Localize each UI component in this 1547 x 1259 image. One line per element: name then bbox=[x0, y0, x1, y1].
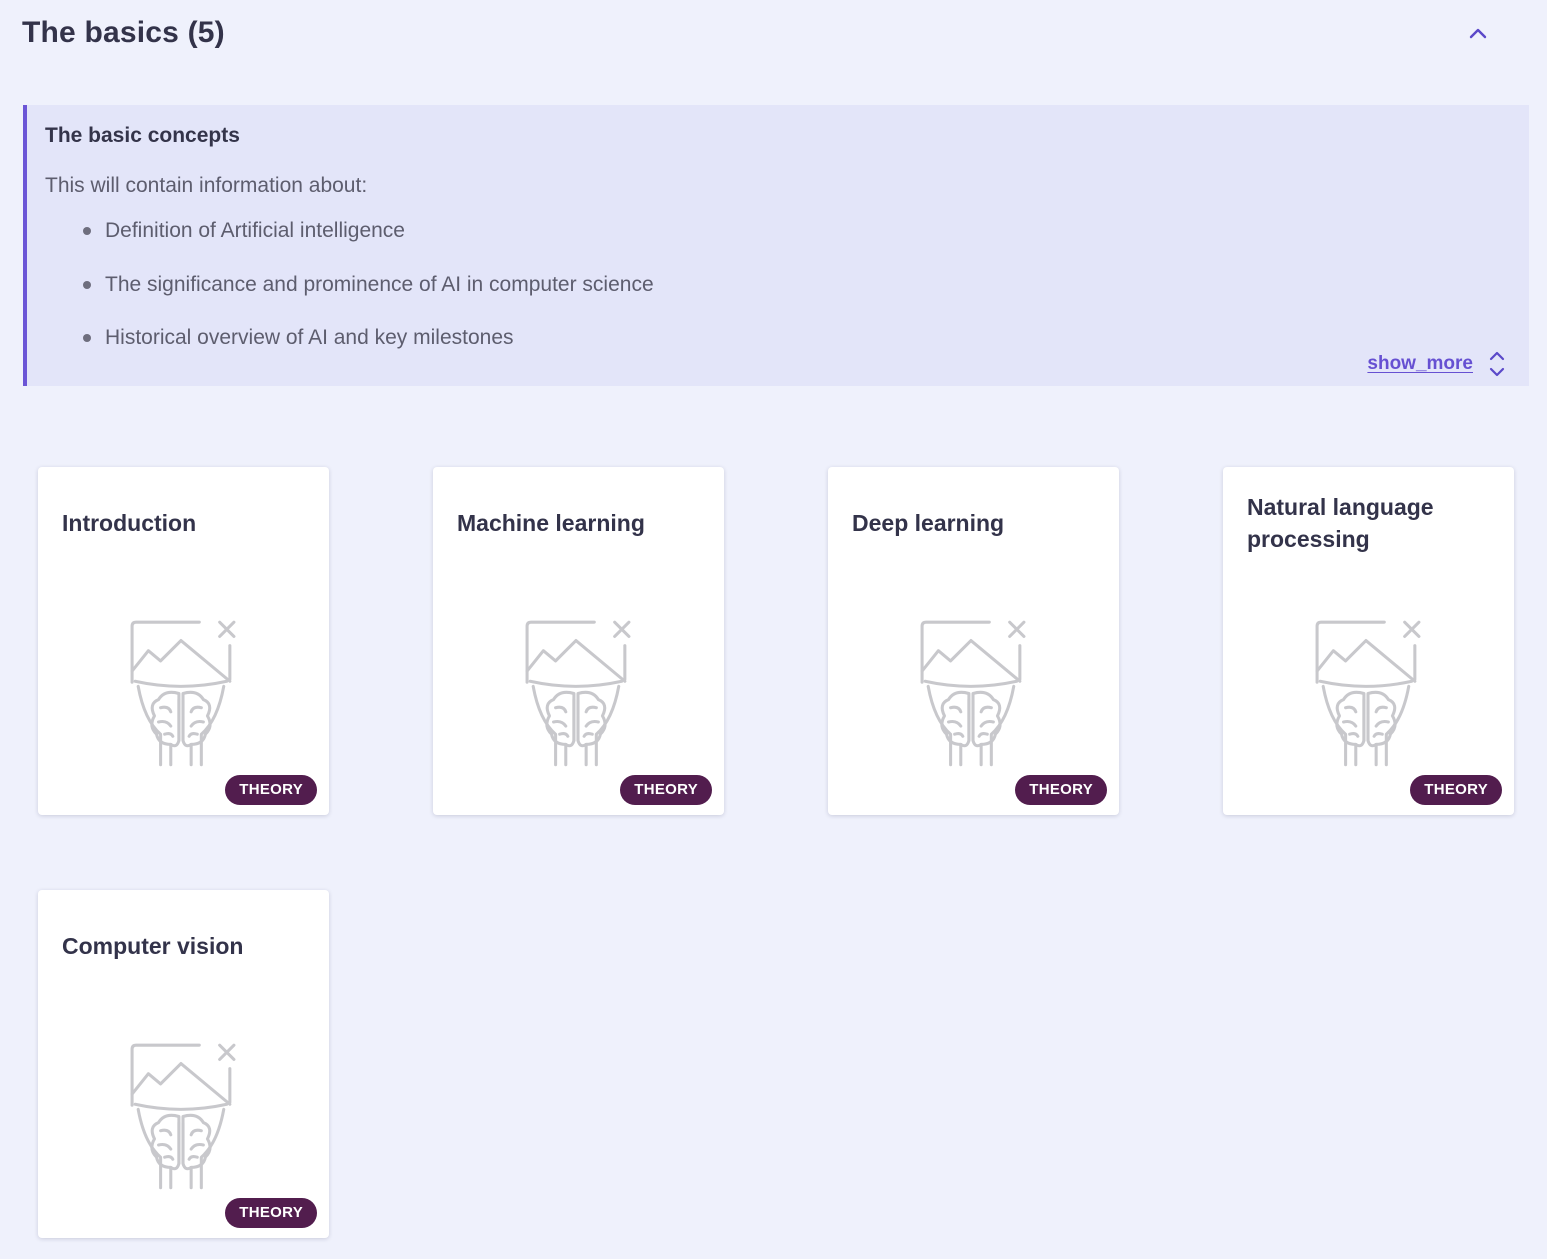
list-item-text: Historical overview of AI and key milest… bbox=[105, 326, 514, 349]
broken-image-brain-icon bbox=[130, 620, 236, 767]
card-deep-learning[interactable]: Deep learning THEORY bbox=[828, 467, 1119, 815]
broken-image-brain-icon bbox=[920, 620, 1026, 767]
show-more-link[interactable]: show_more bbox=[1367, 353, 1473, 375]
broken-image-brain-icon bbox=[1315, 620, 1421, 767]
card-computer-vision[interactable]: Computer vision THEORY bbox=[38, 890, 329, 1238]
card-natural-language-processing[interactable]: Natural language processing THEORY bbox=[1223, 467, 1514, 815]
bullet-icon bbox=[83, 334, 91, 342]
description-intro: This will contain information about: bbox=[45, 174, 368, 197]
card-title: Computer vision bbox=[62, 933, 244, 959]
description-box: The basic concepts This will contain inf… bbox=[23, 105, 1529, 386]
list-item: Historical overview of AI and key milest… bbox=[45, 320, 654, 374]
broken-image-brain-icon bbox=[130, 1043, 236, 1190]
description-heading: The basic concepts bbox=[45, 124, 240, 147]
card-title: Deep learning bbox=[852, 510, 1005, 536]
chevron-up-down-icon bbox=[1489, 351, 1505, 377]
theory-badge: THEORY bbox=[1015, 775, 1107, 805]
list-item-text: Definition of Artificial intelligence bbox=[105, 219, 405, 242]
theory-badge: THEORY bbox=[1410, 775, 1502, 805]
card-title: Natural language processing bbox=[1247, 494, 1434, 552]
list-item-text: The significance and prominence of AI in… bbox=[105, 272, 654, 296]
show-more-button[interactable]: show_more bbox=[1367, 349, 1507, 379]
bullet-icon bbox=[83, 227, 91, 235]
list-item: Definition of Artificial intelligence bbox=[45, 213, 654, 267]
chevron-up-icon bbox=[1469, 28, 1487, 39]
theory-badge: THEORY bbox=[620, 775, 712, 805]
card-title: Introduction bbox=[62, 510, 197, 536]
card-title: Machine learning bbox=[457, 510, 645, 536]
theory-badge: THEORY bbox=[225, 1198, 317, 1228]
section-header: The basics (5) bbox=[22, 14, 1523, 58]
collapse-button[interactable] bbox=[1463, 18, 1493, 48]
card-introduction[interactable]: Introduction THEORY bbox=[38, 467, 329, 815]
section-title: The basics (5) bbox=[22, 16, 225, 49]
bullet-icon bbox=[83, 280, 91, 289]
card-machine-learning[interactable]: Machine learning THEORY bbox=[433, 467, 724, 815]
theory-badge: THEORY bbox=[225, 775, 317, 805]
list-item: The significance and prominence of AI in… bbox=[45, 267, 654, 321]
description-list: Definition of Artificial intelligence Th… bbox=[45, 213, 654, 374]
broken-image-brain-icon bbox=[525, 620, 631, 767]
